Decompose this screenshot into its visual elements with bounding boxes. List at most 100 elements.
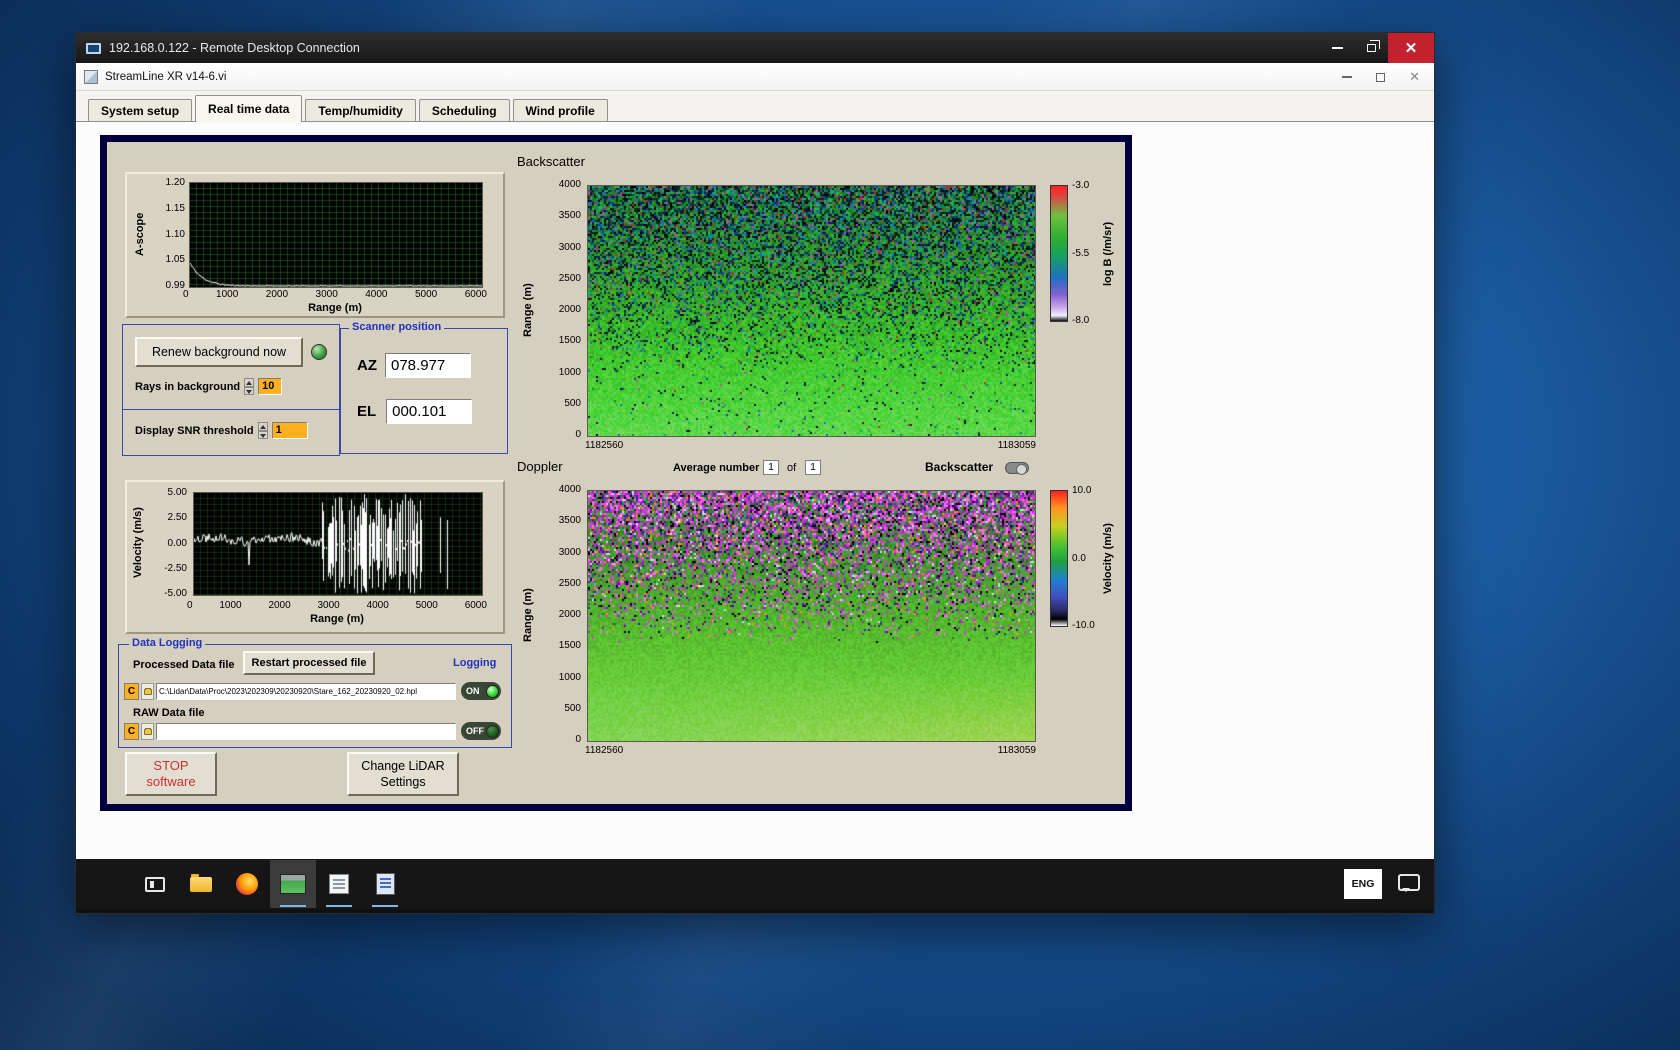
rays-in-background-label: Rays in background (135, 380, 241, 393)
scanner-position-title: Scanner position (349, 321, 445, 333)
tick-label: -5.5 (1072, 247, 1090, 259)
doppler-plot-area: Range (m) 4000 3500 3000 2500 2000 1500 1000 50… (509, 473, 1123, 769)
snr-value-field[interactable]: 1 (271, 422, 308, 439)
ascope-x-axis-label: Range (m) (308, 302, 362, 314)
el-value-field: 000.101 (386, 399, 473, 424)
tick-label: 4000 (558, 179, 581, 190)
rdp-window-title: 192.168.0.122 - Remote Desktop Connectio… (109, 41, 360, 55)
tick-label: -10.0 (1072, 620, 1095, 631)
snr-spinner[interactable] (257, 422, 268, 439)
tab-bar: System setup Real time data Temp/humidit… (76, 91, 1434, 122)
tick-label: -8.0 (1072, 315, 1090, 326)
tab-real-time-data[interactable]: Real time data (195, 95, 303, 122)
raw-logging-toggle[interactable]: OFF (461, 722, 501, 740)
tick-label: 10.0 (1072, 485, 1092, 496)
tick-label: 1000 (216, 289, 239, 300)
tick-label: 1.20 (165, 177, 185, 188)
close-icon: ✕ (1404, 40, 1418, 57)
rays-spinner[interactable] (244, 378, 255, 395)
rays-value-field[interactable]: 10 (258, 378, 283, 395)
tick-label: 0 (575, 429, 581, 440)
tick-label: 1500 (558, 335, 581, 347)
doppler-y-axis: 4000 3500 3000 2500 2000 1500 1000 500 0 (539, 484, 581, 745)
active-app-button[interactable] (270, 860, 316, 908)
tick-label: 6000 (464, 289, 487, 300)
renew-background-button[interactable]: Renew background now (135, 337, 303, 367)
tick-label: 500 (564, 702, 581, 714)
raw-path-browse-icon[interactable] (141, 723, 154, 740)
processed-drive-selector[interactable]: C (124, 683, 139, 700)
taskbar: ENG (76, 859, 1434, 909)
rdp-minimize-button[interactable] (1320, 33, 1354, 63)
backscatter-colorbar-label: log B (/m/sr) (1102, 221, 1114, 286)
backscatter-plot-area: Range (m) 4000 3500 3000 2500 2000 1500 1000 50… (509, 168, 1123, 464)
rdp-close-button[interactable]: ✕ (1388, 33, 1434, 63)
file-explorer-button[interactable] (178, 860, 224, 908)
doppler-title: Doppler (517, 459, 563, 474)
document-app-icon (375, 873, 395, 895)
az-label: AZ (357, 357, 377, 374)
restart-processed-file-button[interactable]: Restart processed file (243, 651, 375, 675)
change-button-line2: Settings (380, 775, 426, 789)
backscatter-x-axis: 1182560 1183059 (585, 440, 1036, 451)
app-close-icon[interactable]: ✕ (1409, 69, 1420, 85)
tick-label: 3000 (317, 600, 340, 611)
processed-path-browse-icon[interactable] (141, 683, 154, 700)
stop-button-line2: software (146, 774, 196, 789)
raw-path-field[interactable] (156, 723, 456, 740)
velocity-plot (193, 492, 483, 596)
data-logging-group: Data Logging Processed Data file Restart… (118, 637, 512, 748)
folder-icon (143, 687, 152, 695)
doppler-colorbar-label: Velocity (m/s) (1102, 523, 1114, 594)
stop-software-button[interactable]: STOP software (125, 752, 217, 796)
app-titlebar[interactable]: StreamLine XR v14-6.vi ✕ (76, 63, 1434, 91)
tick-label: 1182560 (585, 745, 624, 756)
document-app-button[interactable] (362, 860, 408, 908)
app-minimize-icon[interactable] (1342, 76, 1353, 78)
processed-path-field[interactable]: C:\Lidar\Data\Proc\2023\202309\20230920\… (156, 683, 456, 700)
tab-scheduling[interactable]: Scheduling (418, 99, 510, 121)
task-view-button[interactable] (132, 860, 178, 908)
velocity-x-axis: 0 1000 2000 3000 4000 5000 6000 (187, 600, 487, 611)
tab-system-setup[interactable]: System setup (88, 99, 193, 121)
tick-label: 0.00 (167, 537, 187, 549)
backscatter-colorbar (1050, 185, 1068, 322)
minimize-icon (1331, 47, 1343, 49)
scan-scheduler-button[interactable] (316, 860, 362, 908)
el-label: EL (357, 403, 377, 420)
az-value-field: 078.977 (385, 353, 471, 378)
tick-label: -5.00 (164, 588, 187, 599)
on-lamp-icon (486, 684, 499, 698)
tick-label: 5000 (414, 289, 438, 300)
tick-label: 3500 (558, 515, 581, 527)
tick-label: 6000 (464, 600, 487, 611)
tab-wind-profile[interactable]: Wind profile (512, 99, 608, 121)
raw-drive-selector[interactable]: C (124, 723, 139, 740)
tick-label: 0 (575, 734, 581, 745)
ascope-x-axis: 0 1000 2000 3000 4000 5000 6000 (183, 289, 487, 300)
rdp-restore-button[interactable] (1354, 33, 1388, 63)
language-indicator[interactable]: ENG (1344, 869, 1382, 899)
tick-label: 1182560 (585, 440, 624, 451)
doppler-y-axis-label: Range (m) (522, 588, 534, 642)
app-maximize-icon[interactable] (1376, 72, 1386, 82)
firefox-button[interactable] (224, 860, 270, 908)
ascope-plot (189, 182, 483, 288)
backscatter-y-axis: 4000 3500 3000 2500 2000 1500 1000 500 0 (539, 179, 581, 440)
app-title: StreamLine XR v14-6.vi (105, 70, 227, 83)
tab-temp-humidity[interactable]: Temp/humidity (305, 99, 416, 121)
change-button-line1: Change LiDAR (361, 759, 445, 773)
tick-label: 500 (564, 397, 581, 409)
main-panel-border: A-scope 1.20 1.15 1.10 1.05 0.99 0 1000 2000 30… (100, 135, 1132, 811)
active-app-icon (280, 874, 306, 894)
rdp-titlebar[interactable]: 192.168.0.122 - Remote Desktop Connectio… (76, 33, 1434, 63)
rdp-window-controls: ✕ (1320, 33, 1434, 63)
tick-label: 3000 (558, 546, 581, 558)
change-lidar-settings-button[interactable]: Change LiDAR Settings (347, 752, 459, 796)
feedback-chat-icon[interactable] (1398, 874, 1420, 892)
ascope-y-axis: 1.20 1.15 1.10 1.05 0.99 (151, 177, 185, 291)
tick-label: 4000 (366, 600, 389, 611)
processed-logging-toggle[interactable]: ON (461, 682, 501, 700)
off-label: OFF (466, 726, 484, 736)
backscatter-toggle-label: Backscatter (925, 460, 994, 474)
